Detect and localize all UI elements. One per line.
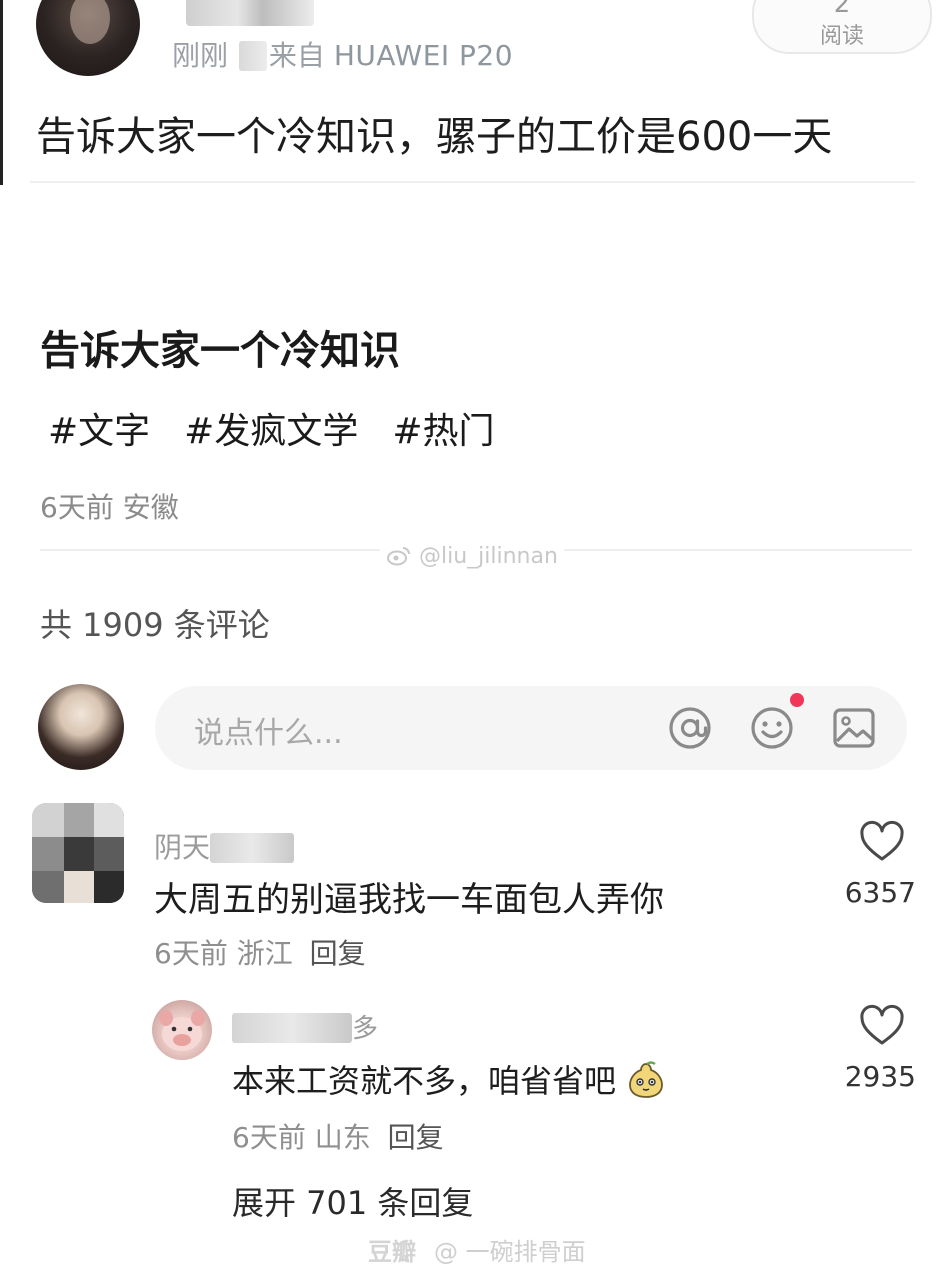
read-label: 阅读 xyxy=(819,24,864,49)
reply-button[interactable]: 回复 xyxy=(388,1121,444,1154)
reply-meta: 6天前 山东 回复 xyxy=(232,1116,444,1156)
reply-author-name-visible: 多 xyxy=(352,1014,379,1044)
like-heart-icon[interactable] xyxy=(858,1002,906,1050)
comment-avatar[interactable] xyxy=(32,803,124,903)
like-heart-icon[interactable] xyxy=(858,818,906,866)
read-count-badge: 2 阅读 xyxy=(752,0,932,54)
post-time: 刚刚 xyxy=(172,39,229,72)
reply-button[interactable]: 回复 xyxy=(310,937,366,970)
tag-remen[interactable]: #热门 xyxy=(392,411,494,452)
current-user-avatar[interactable] xyxy=(38,684,124,770)
reply-author-name[interactable]: 多 xyxy=(232,1008,378,1045)
article-time: 6天前 xyxy=(40,491,114,524)
comment-author-name-visible: 阴天 xyxy=(154,831,211,864)
watermark-top: @liu_jilinnan xyxy=(380,544,564,569)
post-text: 告诉大家一个冷知识，骡子的工价是600一天 xyxy=(36,114,833,160)
divider xyxy=(30,181,915,183)
watermark-handle: @ 一碗排骨面 xyxy=(434,1238,586,1266)
reply-text-content: 本来工资就不多，咱省省吧 xyxy=(232,1062,617,1100)
reply-avatar[interactable] xyxy=(152,1000,212,1060)
reply-text: 本来工资就不多，咱省省吧 xyxy=(232,1056,666,1102)
notification-dot xyxy=(790,693,804,707)
like-count: 2935 xyxy=(844,1060,916,1093)
article-title: 告诉大家一个冷知识 xyxy=(40,328,400,374)
at-mention-icon[interactable] xyxy=(666,704,714,752)
post-author-name-masked xyxy=(186,0,314,26)
post-author-avatar[interactable] xyxy=(36,0,140,76)
comment-author-name[interactable]: 阴天 xyxy=(154,826,295,866)
watermark-brand: 豆瓣 xyxy=(368,1238,416,1266)
watermark-top-text: @liu_jilinnan xyxy=(419,544,558,569)
read-count: 2 xyxy=(833,0,851,19)
reply-location: 山东 xyxy=(314,1121,371,1154)
emoji-icon[interactable] xyxy=(748,704,796,752)
post-source-prefix: 来自 xyxy=(268,39,325,72)
comment-text: 大周五的别逼我找一车面包人弄你 xyxy=(154,880,664,920)
image-icon[interactable] xyxy=(830,704,878,752)
like-count: 6357 xyxy=(844,876,916,909)
post-meta: 刚刚 来自 HUAWEI P20 xyxy=(172,34,513,74)
comment-count: 共 1909 条评论 xyxy=(40,606,270,644)
pear-sticker-emoji-icon xyxy=(629,1061,664,1098)
post-device: HUAWEI P20 xyxy=(333,39,514,72)
comment-input-placeholder[interactable]: 说点什么... xyxy=(194,708,343,752)
pig-cartoon-avatar-icon xyxy=(159,1010,205,1051)
article-time-location: 6天前 安徽 xyxy=(40,486,179,526)
comment-location: 浙江 xyxy=(236,937,293,970)
comment-time: 6天前 xyxy=(154,937,228,970)
weibo-icon xyxy=(387,547,410,566)
comment-meta: 6天前 浙江 回复 xyxy=(154,932,366,972)
reply-time: 6天前 xyxy=(232,1121,306,1154)
page-edge-bar xyxy=(0,0,3,185)
expand-replies-button[interactable]: 展开 701 条回复 xyxy=(232,1178,473,1224)
tag-fafeng[interactable]: #发疯文学 xyxy=(184,411,358,452)
tag-list: #文字 #发疯文学 #热门 xyxy=(48,402,529,454)
watermark-bottom: 豆瓣 @ 一碗排骨面 xyxy=(368,1232,586,1267)
tag-wenzi[interactable]: #文字 xyxy=(48,411,150,452)
article-location: 安徽 xyxy=(122,491,179,524)
